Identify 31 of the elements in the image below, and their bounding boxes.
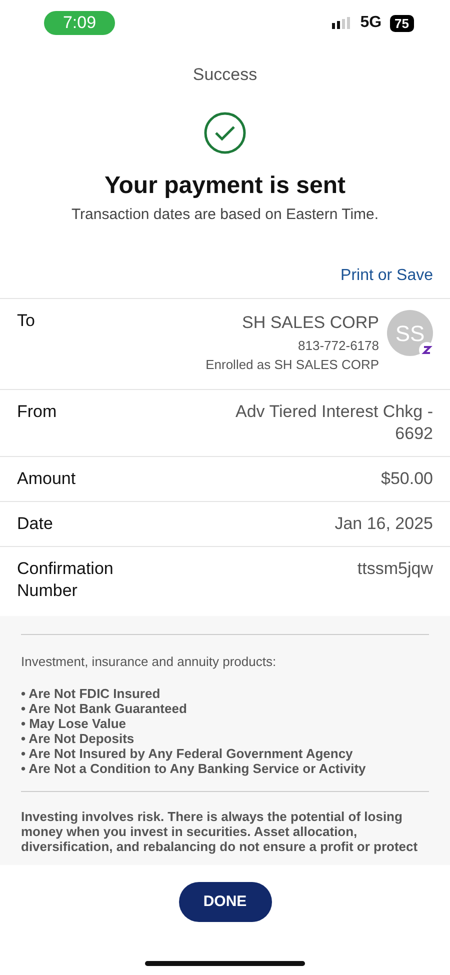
payee-name: SH SALES CORP (241, 312, 379, 334)
detail-value: Jan 16, 2025 (334, 512, 433, 534)
network-label: 5G (360, 13, 382, 33)
disclosure-item: • Are Not Insured by Any Federal Government Agency (21, 746, 354, 761)
status-time: 7:09 (44, 11, 115, 35)
disclosure-item: • Are Not FDIC Insured (21, 686, 162, 701)
detail-label: Amount (17, 468, 76, 490)
risk-disclosure: Investing involves risk. There is always the potential of losing money when you invest in securities. Asset allocation, diversification, and rebalancing do not ensure a profit or protect (21, 809, 419, 854)
detail-value: $50.00 (381, 468, 433, 490)
disclosure-item: • May Lose Value (21, 716, 127, 731)
enrolled-note: Enrolled as SH SALES CORP (206, 356, 379, 374)
detail-value: Adv Tiered Interest Chkg - 6692 (234, 400, 433, 444)
signal-icon (332, 17, 352, 29)
detail-label: Confirmation Number (17, 558, 114, 602)
detail-value: ttssm5jqw (357, 558, 433, 580)
payee-phone: 813-772-6178 (297, 336, 379, 354)
disclosure-item: • Are Not a Condition to Any Banking Service or Activity (21, 761, 367, 776)
checkmark-icon (204, 112, 246, 154)
disclosure-item: • Are Not Bank Guaranteed (21, 701, 188, 716)
detail-label: From (17, 400, 57, 422)
disclosure-item: • Are Not Deposits (21, 731, 136, 746)
disclosure-intro: Investment, insurance and annuity products: (21, 652, 278, 671)
battery-level: 75 (390, 14, 414, 32)
screen-title: Success (192, 64, 258, 86)
detail-label: Date (17, 512, 53, 534)
avatar: SS (387, 310, 433, 356)
detail-label: To (17, 310, 35, 332)
subtitle: Transaction dates are based on Eastern Time. (70, 204, 380, 224)
heading: Your payment is sent (104, 170, 346, 200)
done-button[interactable]: DONE (178, 882, 272, 922)
print-save-link[interactable]: Print or Save (340, 264, 433, 288)
